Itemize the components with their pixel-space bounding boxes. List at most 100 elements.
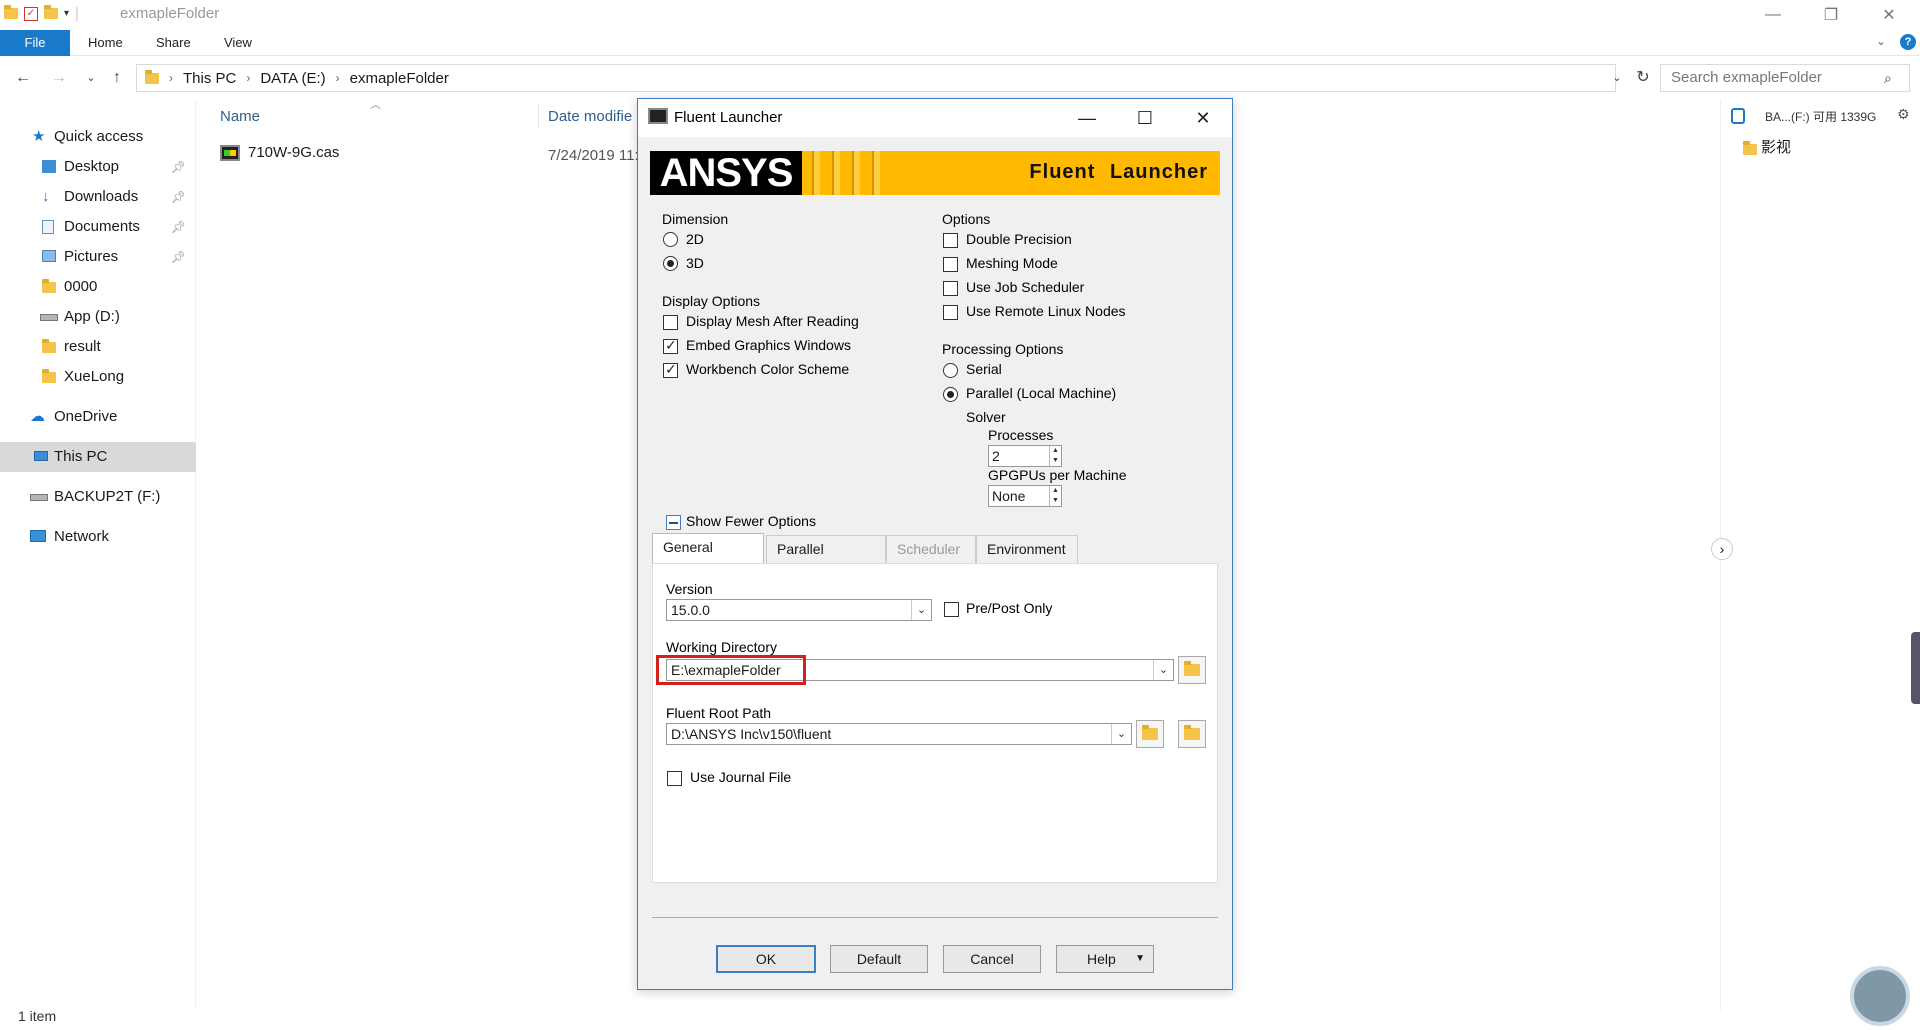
remote-linux-checkbox[interactable] (943, 305, 958, 320)
dimension-label: Dimension (662, 211, 729, 227)
sidebar-item-backup2t[interactable]: BACKUP2T (F:) (0, 482, 196, 512)
chevron-down-icon[interactable]: ⌄ (911, 600, 931, 620)
column-header-name[interactable]: Name (220, 108, 260, 125)
column-divider[interactable] (538, 104, 539, 128)
use-journal-file-checkbox[interactable] (667, 771, 682, 786)
breadcrumb-this-pc[interactable]: This PC (183, 70, 236, 87)
pin-icon[interactable]: 📌︎ (171, 182, 186, 212)
address-dropdown-icon[interactable]: ⌄ (1604, 66, 1630, 90)
search-input[interactable]: Search exmapleFolder (1660, 64, 1910, 92)
restore-button[interactable]: ❐ (1802, 0, 1860, 30)
version-select[interactable]: 15.0.0 ⌄ (666, 599, 932, 621)
collapse-options-icon[interactable] (666, 515, 681, 530)
back-arrow-icon[interactable]: ← (10, 66, 36, 90)
job-scheduler-checkbox[interactable] (943, 281, 958, 296)
drive-icon (30, 494, 48, 501)
gpgpu-spinner[interactable]: None ▲ ▼ (988, 485, 1062, 507)
breadcrumb-data-e[interactable]: DATA (E:) (260, 70, 325, 87)
radio-3d[interactable] (663, 256, 678, 271)
chevron-down-icon[interactable]: ⌄ (1111, 724, 1131, 744)
tab-view[interactable]: View (212, 30, 264, 56)
new-folder-icon[interactable] (44, 5, 58, 19)
embed-graphics-checkbox[interactable] (663, 337, 678, 354)
display-mesh-checkbox[interactable] (663, 315, 678, 330)
chevron-down-icon[interactable]: ⌄ (1153, 660, 1173, 680)
fluent-root-path-input[interactable]: D:\ANSYS Inc\v150\fluent ⌄ (666, 723, 1132, 745)
radio-2d[interactable] (663, 232, 678, 247)
show-fewer-options-label[interactable]: Show Fewer Options (686, 513, 816, 529)
folder-icon (42, 369, 56, 383)
download-icon: ↓ (42, 188, 50, 205)
properties-icon[interactable]: ✓ (24, 6, 38, 21)
minimize-button[interactable]: — (1744, 0, 1802, 30)
window-title: exmapleFolder (120, 5, 220, 22)
double-precision-checkbox[interactable] (943, 233, 958, 248)
radio-serial[interactable] (943, 363, 958, 378)
tab-home[interactable]: Home (76, 30, 135, 56)
sidebar-item-pictures[interactable]: Pictures 📌︎ (0, 242, 196, 272)
breadcrumb-current-folder[interactable]: exmapleFolder (350, 70, 449, 87)
address-bar[interactable]: › This PC › DATA (E:) › exmapleFolder (136, 64, 1616, 92)
browse-root-path-alt-button[interactable] (1178, 720, 1206, 748)
fluent-root-path-label: Fluent Root Path (666, 705, 772, 721)
ok-button[interactable]: OK (716, 945, 816, 973)
dialog-minimize-button[interactable]: — (1058, 99, 1116, 137)
help-icon[interactable]: ? (1900, 34, 1916, 50)
browse-working-directory-button[interactable] (1178, 656, 1206, 684)
up-arrow-icon[interactable]: ↑ (104, 66, 130, 90)
help-button[interactable]: Help ▼ (1056, 945, 1154, 973)
side-widget-handle[interactable] (1911, 632, 1920, 704)
sidebar-item-onedrive[interactable]: ☁ OneDrive (0, 402, 196, 432)
sidebar-item-network[interactable]: Network (0, 522, 196, 552)
sidebar-item-desktop[interactable]: Desktop 📌︎ (0, 152, 196, 182)
sidebar-item-label: Downloads (64, 188, 139, 205)
spinner-arrows-icon[interactable]: ▲ ▼ (1049, 446, 1061, 466)
sidebar-item-this-pc[interactable]: This PC (0, 442, 196, 472)
processes-spinner[interactable]: 2 ▲ ▼ (988, 445, 1062, 467)
file-row[interactable]: 710W-9G.cas (220, 144, 339, 161)
sidebar-item-result[interactable]: result (0, 332, 196, 362)
assistant-robot-icon[interactable] (1850, 966, 1910, 1026)
close-button[interactable]: ✕ (1860, 0, 1918, 30)
default-button[interactable]: Default (830, 945, 928, 973)
pin-icon[interactable]: 📌︎ (171, 212, 186, 242)
workbench-color-checkbox[interactable] (663, 361, 678, 378)
search-icon[interactable]: ⌕ (1884, 70, 1892, 87)
tab-environment[interactable]: Environment (976, 535, 1078, 563)
sidebar-item-xuelong[interactable]: XueLong (0, 362, 196, 392)
pin-icon[interactable]: 📌︎ (171, 152, 186, 182)
browse-root-path-button[interactable] (1136, 720, 1164, 748)
pin-icon[interactable]: 📌︎ (171, 242, 186, 272)
folder-icon (4, 5, 18, 19)
toolbar-dropdown-icon[interactable]: ▾ (64, 8, 69, 19)
recent-locations-icon[interactable]: ⌄ (78, 66, 104, 90)
forward-arrow-icon[interactable]: → (46, 66, 72, 90)
ribbon-expand-icon[interactable]: ⌄ (1876, 34, 1886, 48)
tab-file[interactable]: File (0, 30, 70, 56)
sidebar-item-quick-access[interactable]: ★ Quick access (0, 122, 196, 152)
prepost-only-label: Pre/Post Only (966, 600, 1053, 616)
dialog-maximize-button[interactable]: ☐ (1116, 99, 1174, 137)
star-icon: ★ (32, 128, 46, 145)
folder-label[interactable]: 影视 (1761, 136, 1791, 157)
sidebar-item-downloads[interactable]: ↓ Downloads 📌︎ (0, 182, 196, 212)
tab-general-options[interactable]: General Options (652, 533, 764, 581)
prepost-only-checkbox[interactable] (944, 602, 959, 617)
breadcrumb-chevron-icon: › (169, 71, 173, 85)
gear-icon[interactable]: ⚙ (1897, 106, 1910, 123)
column-header-date[interactable]: Date modifie (548, 108, 632, 125)
dropdown-arrow-icon[interactable]: ▼ (1135, 946, 1145, 972)
tab-scheduler[interactable]: Scheduler (886, 535, 976, 563)
spinner-arrows-icon[interactable]: ▲ ▼ (1049, 486, 1061, 506)
sidebar-item-app-d[interactable]: App (D:) (0, 302, 196, 332)
refresh-icon[interactable]: ↻ (1630, 66, 1656, 90)
expand-pane-chevron-icon[interactable]: › (1711, 538, 1733, 560)
meshing-mode-checkbox[interactable] (943, 257, 958, 272)
dialog-close-button[interactable]: ✕ (1174, 99, 1232, 137)
sidebar-item-0000[interactable]: 0000 (0, 272, 196, 302)
cancel-button[interactable]: Cancel (943, 945, 1041, 973)
tab-share[interactable]: Share (144, 30, 203, 56)
sidebar-item-documents[interactable]: Documents 📌︎ (0, 212, 196, 242)
tab-parallel-settings[interactable]: Parallel Settings (766, 535, 886, 583)
radio-parallel[interactable] (943, 387, 958, 402)
